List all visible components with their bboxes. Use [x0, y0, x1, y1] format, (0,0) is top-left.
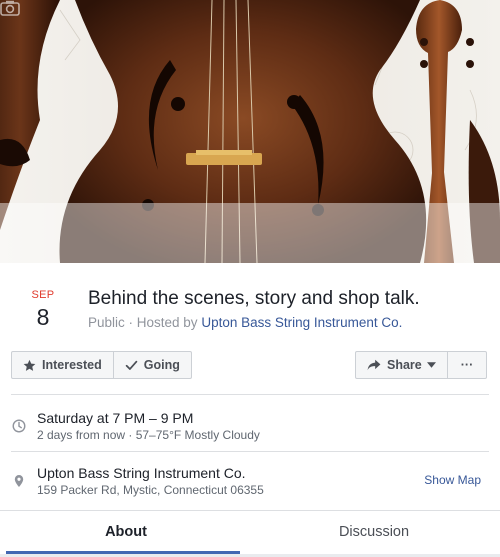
event-cover-photo — [0, 0, 500, 263]
event-month: SEP — [31, 289, 55, 301]
share-button-group: Share ··· — [355, 351, 488, 379]
event-tabs: About Discussion — [0, 510, 500, 557]
event-meta: Public · Hosted by Upton Bass String Ins… — [88, 314, 402, 332]
divider — [11, 394, 489, 395]
tab-discussion[interactable]: Discussion — [254, 511, 494, 555]
interested-label: Interested — [42, 358, 102, 372]
event-host-link[interactable]: Upton Bass String Instrument Co. — [201, 315, 402, 330]
interested-button[interactable]: Interested — [12, 352, 113, 378]
event-location-name[interactable]: Upton Bass String Instrument Co. — [37, 464, 246, 482]
more-options-button[interactable]: ··· — [446, 352, 487, 378]
show-map-link[interactable]: Show Map — [424, 473, 481, 487]
share-arrow-icon — [367, 359, 381, 371]
map-pin-icon — [14, 475, 24, 487]
divider — [11, 451, 489, 452]
event-time-detail: 2 days from now · 57–75°F Mostly Cloudy — [37, 428, 260, 442]
event-location-address: 159 Packer Rd, Mystic, Connecticut 06355 — [37, 483, 264, 497]
star-icon — [23, 359, 36, 371]
going-button[interactable]: Going — [112, 352, 191, 378]
share-button[interactable]: Share — [356, 352, 447, 378]
event-visibility: Public · Hosted by — [88, 315, 198, 330]
event-day: 8 — [36, 304, 50, 330]
clock-icon — [12, 419, 26, 433]
rsvp-button-group: Interested Going — [11, 351, 192, 379]
event-date: SEP 8 — [20, 288, 66, 332]
caret-down-icon — [426, 362, 436, 368]
going-label: Going — [143, 358, 180, 372]
tab-about[interactable]: About — [6, 511, 246, 555]
share-label: Share — [387, 358, 422, 372]
cover-fade — [0, 203, 500, 263]
event-time: Saturday at 7 PM – 9 PM — [37, 410, 194, 426]
event-title: Behind the scenes, story and shop talk. — [88, 288, 420, 309]
check-icon — [125, 360, 137, 370]
more-options-label: ··· — [460, 358, 474, 372]
camera-icon[interactable] — [0, 0, 20, 16]
